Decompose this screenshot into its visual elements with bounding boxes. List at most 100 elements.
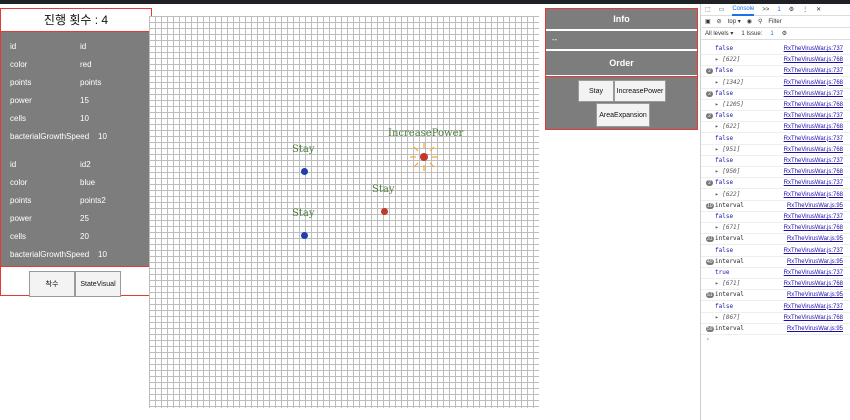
console-prompt[interactable]: › [701,335,850,346]
app-root: 진행 횟수 : 4 id id color red points points pow… [0,0,850,420]
issues-badge[interactable]: 1 [770,31,773,37]
settings-icon[interactable]: ⚙ [789,6,794,13]
log-source-link[interactable]: RxTheVirusWar.js:737 [784,246,843,256]
console-log-row[interactable]: 59 interval RxTheVirusWar.js:95 [701,324,850,335]
log-message: ▸ [1205] [715,101,744,108]
console-log-row[interactable]: false RxTheVirusWar.js:737 [701,44,850,55]
game-grid[interactable]: Stay Stay IncreasePower Stay [149,16,539,408]
red-cell-bottom[interactable] [381,208,388,215]
info-title: Info [546,9,697,29]
console-log-row[interactable]: ▸ [1342] RxTheVirusWar.js:768 [701,78,850,89]
issues-count[interactable]: 1 [777,7,780,13]
log-source-link[interactable]: RxTheVirusWar.js:737 [784,44,843,54]
stat-row-points-2: points points2 [10,196,106,206]
issues-label[interactable]: 1 Issue: [741,31,762,37]
log-source-link[interactable]: RxTheVirusWar.js:737 [784,212,843,222]
console-log-row[interactable]: 10 interval RxTheVirusWar.js:95 [701,201,850,212]
log-source-link[interactable]: RxTheVirusWar.js:768 [784,167,843,177]
console-log-row[interactable]: ▸ [867] RxTheVirusWar.js:768 [701,313,850,324]
console-log-row[interactable]: 31 interval RxTheVirusWar.js:95 [701,234,850,246]
console-log-row[interactable]: ▸ [950] RxTheVirusWar.js:768 [701,167,850,179]
eye-icon[interactable]: ◉ [747,18,752,25]
console-log-row[interactable]: ▸ [671] RxTheVirusWar.js:768 [701,279,850,291]
console-log-row[interactable]: false RxTheVirusWar.js:737 [701,134,850,145]
log-source-link[interactable]: RxTheVirusWar.js:737 [784,302,843,312]
log-source-link[interactable]: RxTheVirusWar.js:95 [787,234,843,244]
area-expansion-button[interactable]: AreaExpansion [596,103,650,127]
log-source-link[interactable]: RxTheVirusWar.js:737 [784,66,843,76]
log-source-link[interactable]: RxTheVirusWar.js:95 [787,257,843,267]
log-source-link[interactable]: RxTheVirusWar.js:737 [784,268,843,278]
log-message: ▸ [950] [715,168,741,176]
log-source-link[interactable]: RxTheVirusWar.js:737 [784,178,843,188]
stay-button[interactable]: Stay [578,80,614,102]
console-log-row[interactable]: true RxTheVirusWar.js:737 [701,268,850,279]
log-source-link[interactable]: RxTheVirusWar.js:768 [784,122,843,132]
log-message: false [715,89,734,97]
console-log-row[interactable]: ▸ [1205] RxTheVirusWar.js:768 [701,100,850,111]
device-icon[interactable]: ▭ [719,6,725,13]
levels-select[interactable]: All levels ▾ [705,30,733,37]
gear-icon[interactable]: ⚙ [782,30,787,37]
menu-icon[interactable]: ⋮ [802,6,808,13]
inspect-icon[interactable]: ⬚ [705,6,711,13]
tab-console[interactable]: Console [732,4,755,16]
stat-value: points2 [80,196,106,205]
console-log-row[interactable]: false RxTheVirusWar.js:737 [701,246,850,257]
context-select[interactable]: top ▾ [728,18,741,25]
console-log-row[interactable]: 2 false RxTheVirusWar.js:737 [701,111,850,123]
log-source-link[interactable]: RxTheVirusWar.js:737 [784,156,843,166]
console-log-row[interactable]: ▸ [622] RxTheVirusWar.js:768 [701,190,850,201]
log-message: false [715,302,734,310]
order-buttons: Stay IncreasePower AreaExpansion [546,76,697,129]
filter-input[interactable]: Filter [768,19,781,25]
console-log-row[interactable]: ▸ [951] RxTheVirusWar.js:768 [701,145,850,156]
log-source-link[interactable]: RxTheVirusWar.js:768 [784,55,843,65]
stat-key: power [10,96,32,105]
log-source-link[interactable]: RxTheVirusWar.js:768 [784,190,843,200]
log-message: ▸ [671] [715,224,741,232]
stat-value: 15 [80,96,89,105]
console-log-row[interactable]: 40 interval RxTheVirusWar.js:95 [701,257,850,268]
info-text: -- [546,31,697,49]
log-message: false [715,134,734,142]
log-source-link[interactable]: RxTheVirusWar.js:768 [784,223,843,233]
log-source-link[interactable]: RxTheVirusWar.js:95 [787,290,843,300]
console-log-row[interactable]: 2 false RxTheVirusWar.js:737 [701,178,850,190]
log-message: ▸ [1342] [715,78,744,86]
sidebar-icon[interactable]: ▣ [705,18,711,25]
stat-row-growth-2: bacterialGrowthSpeed 10 [10,250,107,260]
log-message: false [715,246,734,254]
blue-cell-bottom[interactable] [301,232,308,239]
log-message: interval [715,201,744,209]
clear-icon[interactable]: ⊘ [717,18,722,25]
console-log-row[interactable]: false RxTheVirusWar.js:737 [701,156,850,167]
more-tabs[interactable]: >> [762,7,769,13]
log-source-link[interactable]: RxTheVirusWar.js:95 [787,324,843,334]
stat-row-growth-1: bacterialGrowthSpeed 10 [10,132,107,142]
console-log-row[interactable]: false RxTheVirusWar.js:737 [701,302,850,313]
log-source-link[interactable]: RxTheVirusWar.js:737 [784,134,843,144]
log-source-link[interactable]: RxTheVirusWar.js:737 [784,89,843,99]
log-source-link[interactable]: RxTheVirusWar.js:768 [784,78,843,88]
console-log-row[interactable]: 2 false RxTheVirusWar.js:737 [701,66,850,78]
console-log-row[interactable]: ▸ [622] RxTheVirusWar.js:768 [701,122,850,134]
console-log-row[interactable]: false RxTheVirusWar.js:737 [701,212,850,223]
increase-power-button[interactable]: IncreasePower [614,80,666,102]
red-top-action-label: IncreasePower [388,128,464,139]
log-source-link[interactable]: RxTheVirusWar.js:768 [784,313,843,323]
blue-cell-top[interactable] [301,168,308,175]
close-icon[interactable]: ✕ [816,6,821,13]
start-button[interactable]: 착수 [29,271,75,297]
log-source-link[interactable]: RxTheVirusWar.js:768 [784,145,843,155]
console-log-row[interactable]: ▸ [622] RxTheVirusWar.js:768 [701,55,850,67]
log-source-link[interactable]: RxTheVirusWar.js:768 [784,100,843,110]
console-log-row[interactable]: 2 false RxTheVirusWar.js:737 [701,89,850,100]
log-source-link[interactable]: RxTheVirusWar.js:737 [784,111,843,121]
prompt-caret-icon: › [706,336,710,344]
console-log-row[interactable]: 51 interval RxTheVirusWar.js:95 [701,290,850,302]
log-source-link[interactable]: RxTheVirusWar.js:95 [787,201,843,211]
console-log-row[interactable]: ▸ [671] RxTheVirusWar.js:768 [701,223,850,235]
state-visual-button[interactable]: StateVisual [75,271,121,297]
log-source-link[interactable]: RxTheVirusWar.js:768 [784,279,843,289]
